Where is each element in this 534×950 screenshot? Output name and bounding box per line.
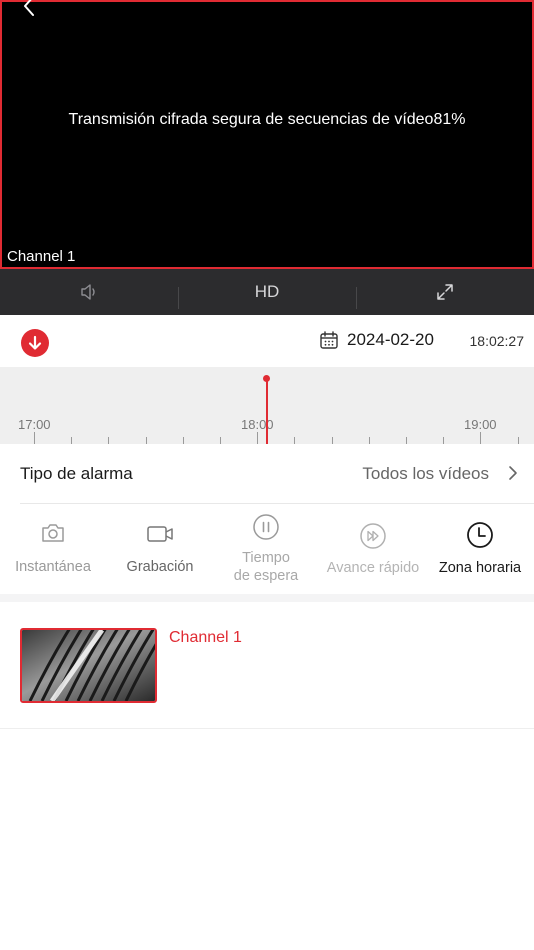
recording-list-item[interactable]: Channel 1 — [0, 602, 534, 729]
timeline-label: 19:00 — [464, 417, 497, 432]
pause-button[interactable]: Tiempo de espera — [213, 504, 319, 594]
selected-date: 2024-02-20 — [347, 330, 434, 349]
fast-forward-icon — [360, 523, 386, 549]
quality-label: HD — [254, 282, 280, 301]
quality-button[interactable]: HD — [178, 269, 356, 315]
chevron-right-icon — [509, 466, 517, 480]
record-label: Grabación — [126, 559, 194, 575]
alarm-type-label: Tipo de alarma — [20, 464, 133, 483]
fast-forward-button[interactable]: Avance rápido — [320, 504, 426, 594]
clock-icon — [467, 522, 493, 548]
timeline-tick — [443, 437, 445, 444]
timeline-tick — [34, 432, 35, 444]
calendar-icon — [320, 331, 338, 349]
player-control-bar: HD — [0, 269, 534, 315]
timeline-tick — [517, 437, 519, 444]
date-row: 2024-02-20 18:02:27 — [0, 315, 534, 367]
recording-channel-name: Channel 1 — [169, 629, 242, 646]
record-button[interactable]: Grabación — [107, 504, 213, 594]
volume-button[interactable] — [0, 269, 178, 315]
volume-icon — [81, 284, 95, 300]
pause-label-line1: Tiempo — [242, 550, 290, 566]
current-time: 18:02:27 — [469, 333, 525, 349]
timeline-tick — [480, 432, 482, 444]
timeline-tick — [294, 437, 296, 444]
expand-icon — [437, 284, 453, 300]
download-icon — [28, 335, 42, 350]
timeline-tick — [108, 437, 110, 444]
camera-icon — [42, 524, 64, 542]
fast-forward-label: Avance rápido — [326, 560, 420, 576]
back-arrow-icon[interactable] — [18, 0, 42, 18]
snapshot-button[interactable]: Instantánea — [0, 504, 106, 594]
timeline-cursor-dot — [263, 375, 270, 382]
timezone-label: Zona horaria — [438, 560, 522, 576]
divider — [0, 728, 534, 729]
timeline-tick — [331, 437, 333, 444]
recording-thumbnail-image — [22, 630, 155, 701]
timeline-tick — [257, 432, 259, 444]
snapshot-label: Instantánea — [15, 559, 91, 575]
pause-label-line2: de espera — [233, 568, 299, 584]
timeline-label: 17:00 — [18, 417, 51, 432]
video-player[interactable]: Transmisión cifrada segura de secuencias… — [0, 0, 534, 269]
recording-thumbnail[interactable] — [20, 628, 157, 703]
section-separator — [0, 594, 534, 602]
stream-status-message: Transmisión cifrada segura de secuencias… — [68, 111, 466, 128]
video-channel-label: Channel 1 — [7, 248, 76, 265]
action-bar: Instantánea Grabación Tiempo de espera A… — [0, 504, 534, 594]
timeline-tick — [182, 437, 184, 444]
date-picker[interactable]: 2024-02-20 — [319, 330, 434, 350]
timeline-label: 18:00 — [241, 417, 274, 432]
video-camera-icon — [147, 526, 173, 542]
timeline-tick — [220, 437, 221, 444]
download-button[interactable] — [21, 329, 49, 357]
timeline-tick — [406, 437, 407, 444]
alarm-type-value: Todos los vídeos — [362, 464, 489, 483]
pause-icon — [253, 514, 279, 540]
timeline-tick — [145, 437, 147, 444]
timezone-button[interactable]: Zona horaria — [427, 504, 533, 594]
timeline-tick — [368, 437, 370, 444]
timeline-tick — [71, 437, 73, 444]
fullscreen-button[interactable] — [356, 269, 534, 315]
timeline-cursor[interactable] — [266, 378, 268, 444]
playback-timeline[interactable]: 17:00 18:00 19:00 — [0, 367, 534, 444]
alarm-type-row[interactable]: Tipo de alarma Todos los vídeos — [0, 444, 534, 504]
